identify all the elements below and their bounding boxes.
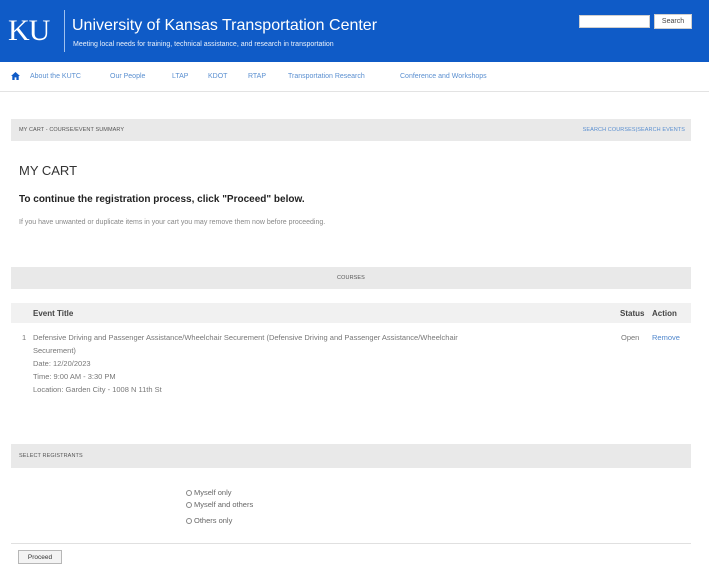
radio-label: Myself only bbox=[194, 488, 232, 497]
site-header: KU University of Kansas Transportation C… bbox=[0, 0, 709, 62]
column-event-title: Event Title bbox=[33, 309, 74, 318]
search-courses-link[interactable]: SEARCH COURSES bbox=[583, 127, 636, 133]
nav-item-kdot[interactable]: KDOT bbox=[208, 73, 227, 80]
cart-note: If you have unwanted or duplicate items … bbox=[19, 219, 326, 226]
radio-label: Myself and others bbox=[194, 500, 254, 509]
nav-item-transportation-research[interactable]: Transportation Research bbox=[288, 73, 365, 80]
radio-myself-only[interactable]: Myself only bbox=[186, 488, 232, 497]
radio-myself-and-others[interactable]: Myself and others bbox=[186, 500, 253, 509]
event-time: Time: 9:00 AM - 3:30 PM bbox=[33, 372, 116, 381]
breadcrumb-links: SEARCH COURSES|SEARCH EVENTS bbox=[583, 127, 685, 133]
radio-button[interactable] bbox=[186, 501, 192, 508]
remove-link[interactable]: Remove bbox=[652, 333, 680, 342]
ku-logo[interactable]: KU bbox=[8, 14, 50, 48]
search-input[interactable] bbox=[579, 15, 650, 28]
event-location: Location: Garden City - 1008 N 11th St bbox=[33, 385, 162, 394]
main-nav: About the KUTC Our People LTAP KDOT RTAP… bbox=[0, 62, 709, 92]
registrants-label: SELECT REGISTRANTS bbox=[19, 453, 83, 459]
event-date: Date: 12/20/2023 bbox=[33, 359, 91, 368]
nav-item-about[interactable]: About the KUTC bbox=[30, 73, 81, 80]
home-icon[interactable] bbox=[11, 72, 20, 80]
radio-button[interactable] bbox=[186, 517, 192, 524]
breadcrumb: MY CART - COURSE/EVENT SUMMARY SEARCH CO… bbox=[11, 119, 691, 141]
event-title: Defensive Driving and Passenger Assistan… bbox=[33, 333, 458, 342]
column-action: Action bbox=[652, 309, 677, 318]
proceed-button[interactable]: Proceed bbox=[18, 550, 62, 564]
nav-item-ltap[interactable]: LTAP bbox=[172, 73, 188, 80]
courses-section-header: COURSES bbox=[11, 267, 691, 289]
nav-item-rtap[interactable]: RTAP bbox=[248, 73, 266, 80]
logo-divider bbox=[64, 10, 65, 52]
courses-label: COURSES bbox=[337, 275, 365, 281]
search-button[interactable]: Search bbox=[654, 14, 692, 29]
divider bbox=[11, 543, 691, 544]
status-value: Open bbox=[621, 333, 640, 342]
row-number: 1 bbox=[22, 333, 27, 342]
nav-item-conference-workshops[interactable]: Conference and Workshops bbox=[400, 73, 487, 80]
event-title-cont: Securement) bbox=[33, 346, 76, 355]
site-tagline: Meeting local needs for training, techni… bbox=[73, 41, 334, 48]
radio-button[interactable] bbox=[186, 489, 192, 496]
page-title: MY CART bbox=[19, 163, 78, 178]
search-events-link[interactable]: SEARCH EVENTS bbox=[637, 127, 685, 133]
breadcrumb-label: MY CART - COURSE/EVENT SUMMARY bbox=[19, 127, 125, 133]
cart-subtitle: To continue the registration process, cl… bbox=[19, 194, 305, 205]
column-status: Status bbox=[620, 309, 645, 318]
courses-table-header bbox=[11, 303, 691, 323]
radio-label: Others only bbox=[194, 516, 233, 525]
registrants-section-header: SELECT REGISTRANTS bbox=[11, 444, 691, 468]
site-title[interactable]: University of Kansas Transportation Cent… bbox=[72, 17, 377, 35]
nav-item-our-people[interactable]: Our People bbox=[110, 73, 145, 80]
radio-others-only[interactable]: Others only bbox=[186, 516, 232, 525]
